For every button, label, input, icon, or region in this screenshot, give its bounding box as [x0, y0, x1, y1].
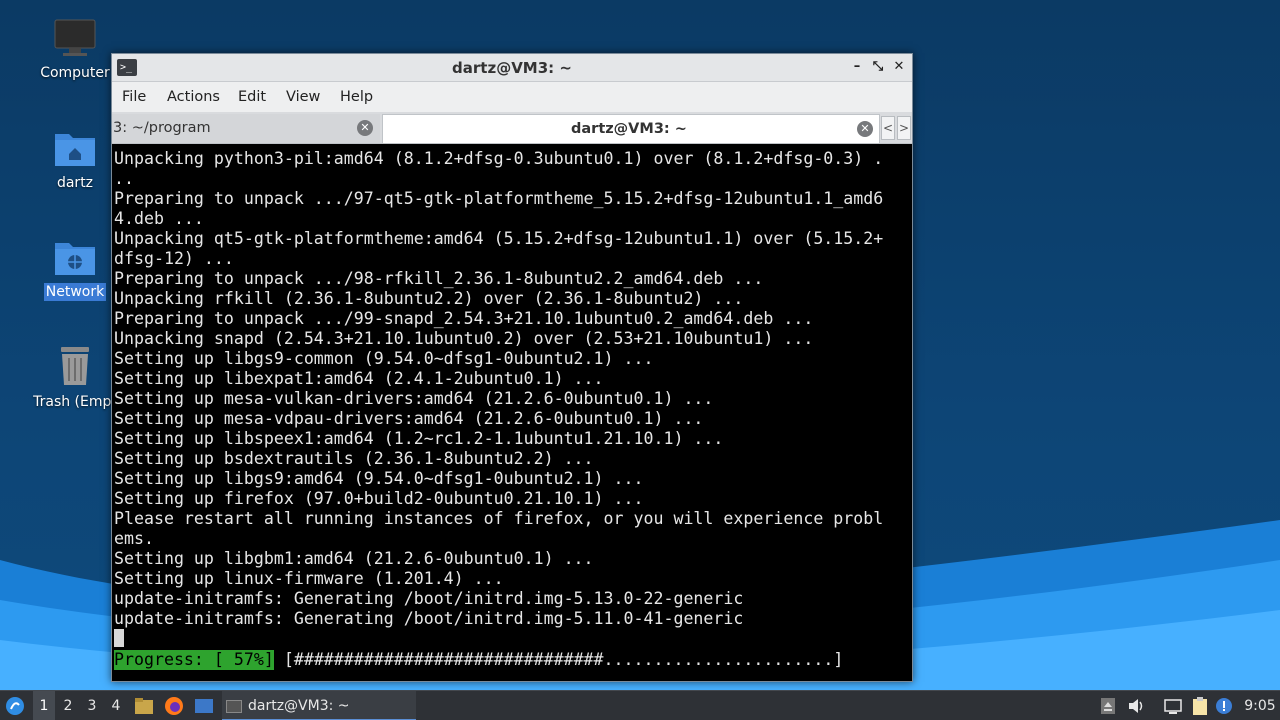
tab-bar: 3: ~/program ✕ dartz@VM3: ~ ✕ < >	[112, 112, 912, 144]
tab-home[interactable]: dartz@VM3: ~ ✕	[382, 114, 880, 143]
close-button[interactable]: ✕	[890, 58, 908, 76]
terminal-cursor	[114, 629, 124, 647]
terminal-line: Setting up linux-firmware (1.201.4) ...	[114, 569, 504, 588]
terminal-line: Setting up firefox (97.0+build2-0ubuntu0…	[114, 489, 644, 508]
firefox-icon[interactable]	[164, 696, 184, 716]
terminal-line: Unpacking python3-pil:amd64 (8.1.2+dfsg-…	[114, 149, 884, 168]
terminal-line: Preparing to unpack .../98-rfkill_2.36.1…	[114, 269, 764, 288]
tab-scroll-right-icon[interactable]: >	[897, 116, 911, 140]
terminal-window: >_ dartz@VM3: ~ – ⤡ ✕ File Actions Edit …	[111, 53, 913, 682]
desktop-icon-network[interactable]: Network	[25, 237, 125, 301]
desktop-icon-home[interactable]: dartz	[25, 128, 125, 192]
clock[interactable]: 9:05	[1240, 691, 1280, 720]
network-folder-icon	[55, 243, 95, 275]
menu-actions[interactable]: Actions	[167, 89, 220, 105]
workspace-3[interactable]: 3	[81, 691, 103, 720]
minimize-button[interactable]: –	[848, 58, 866, 76]
tab-scroll-left-icon[interactable]: <	[881, 116, 895, 140]
eject-icon[interactable]	[1098, 696, 1118, 716]
menu-edit[interactable]: Edit	[238, 89, 266, 105]
tab-close-icon[interactable]: ✕	[857, 121, 873, 137]
clipboard-icon[interactable]	[1190, 696, 1210, 716]
taskbar: 1 2 3 4 dartz@VM3: ~ 9:05	[0, 690, 1280, 720]
terminal-line: Setting up libspeex1:amd64 (1.2~rc1.2-1.…	[114, 429, 724, 448]
show-desktop-icon[interactable]	[194, 696, 214, 716]
terminal-line: Preparing to unpack .../97-qt5-gtk-platf…	[114, 189, 884, 208]
update-notifier-icon[interactable]	[1214, 696, 1234, 716]
desktop-icon-label: Trash (Empt	[33, 394, 117, 410]
workspace-2[interactable]: 2	[57, 691, 79, 720]
tab-label: dartz@VM3: ~	[571, 121, 687, 137]
terminal-line: Setting up libgbm1:amd64 (21.2.6-0ubuntu…	[114, 549, 594, 568]
tab-close-icon[interactable]: ✕	[357, 120, 373, 136]
file-manager-icon[interactable]	[134, 696, 154, 716]
window-titlebar[interactable]: >_ dartz@VM3: ~ – ⤡ ✕	[112, 54, 912, 82]
terminal-line: Setting up libgs9-common (9.54.0~dfsg1-0…	[114, 349, 654, 368]
desktop-icon-label: Network	[43, 283, 107, 301]
menu-bar: File Actions Edit View Help	[112, 82, 912, 112]
menu-help[interactable]: Help	[340, 89, 373, 105]
tab-program[interactable]: 3: ~/program ✕	[112, 114, 380, 143]
window-title: dartz@VM3: ~	[452, 59, 572, 77]
maximize-button[interactable]: ⤡	[869, 58, 887, 76]
home-folder-icon	[55, 134, 95, 166]
taskbar-task-terminal[interactable]: dartz@VM3: ~	[222, 691, 416, 720]
start-menu-icon[interactable]	[5, 696, 25, 716]
trash-icon	[61, 347, 89, 385]
terminal-line: Setting up bsdextrautils (2.36.1-8ubuntu…	[114, 449, 594, 468]
menu-view[interactable]: View	[286, 89, 320, 105]
monitor-icon	[54, 19, 96, 56]
terminal-line: Please restart all running instances of …	[114, 509, 884, 528]
terminal-line: ems.	[114, 529, 154, 548]
terminal-line: update-initramfs: Generating /boot/initr…	[114, 589, 744, 608]
task-label: dartz@VM3: ~	[248, 698, 350, 714]
tab-label: 3: ~/program	[113, 120, 211, 136]
terminal-line: Setting up libexpat1:amd64 (2.4.1-2ubunt…	[114, 369, 604, 388]
terminal-line: Unpacking snapd (2.54.3+21.10.1ubuntu0.2…	[114, 329, 814, 348]
terminal-line: Unpacking rfkill (2.36.1-8ubuntu2.2) ove…	[114, 289, 744, 308]
terminal-line: Setting up mesa-vdpau-drivers:amd64 (21.…	[114, 409, 704, 428]
terminal-line: dfsg-12) ...	[114, 249, 234, 268]
terminal-line: Unpacking qt5-gtk-platformtheme:amd64 (5…	[114, 229, 884, 248]
network-tray-icon[interactable]	[1163, 696, 1183, 716]
workspace-4[interactable]: 4	[105, 691, 127, 720]
desktop-icon-trash[interactable]: Trash (Empt	[25, 345, 125, 411]
desktop-icon-label: Computer	[40, 65, 110, 81]
desktop-icon-computer[interactable]: Computer	[25, 18, 125, 82]
terminal-line: Preparing to unpack .../99-snapd_2.54.3+…	[114, 309, 814, 328]
progress-bar: [###############################........…	[273, 650, 844, 669]
terminal-output[interactable]: Unpacking python3-pil:amd64 (8.1.2+dfsg-…	[114, 148, 910, 680]
terminal-line: 4.deb ...	[114, 209, 204, 228]
terminal-line: update-initramfs: Generating /boot/initr…	[114, 609, 744, 628]
terminal-line: Setting up mesa-vulkan-drivers:amd64 (21…	[114, 389, 714, 408]
terminal-line: Setting up libgs9:amd64 (9.54.0~dfsg1-0u…	[114, 469, 644, 488]
desktop-icon-label: dartz	[56, 175, 94, 191]
workspace-1[interactable]: 1	[33, 691, 55, 720]
menu-file[interactable]: File	[122, 89, 146, 105]
volume-icon[interactable]	[1126, 696, 1146, 716]
progress-row: Progress: [ 57%] [######################…	[114, 650, 843, 670]
terminal-small-icon	[226, 699, 242, 713]
terminal-line: ..	[114, 169, 134, 188]
progress-label: Progress: [ 57%]	[114, 650, 274, 670]
